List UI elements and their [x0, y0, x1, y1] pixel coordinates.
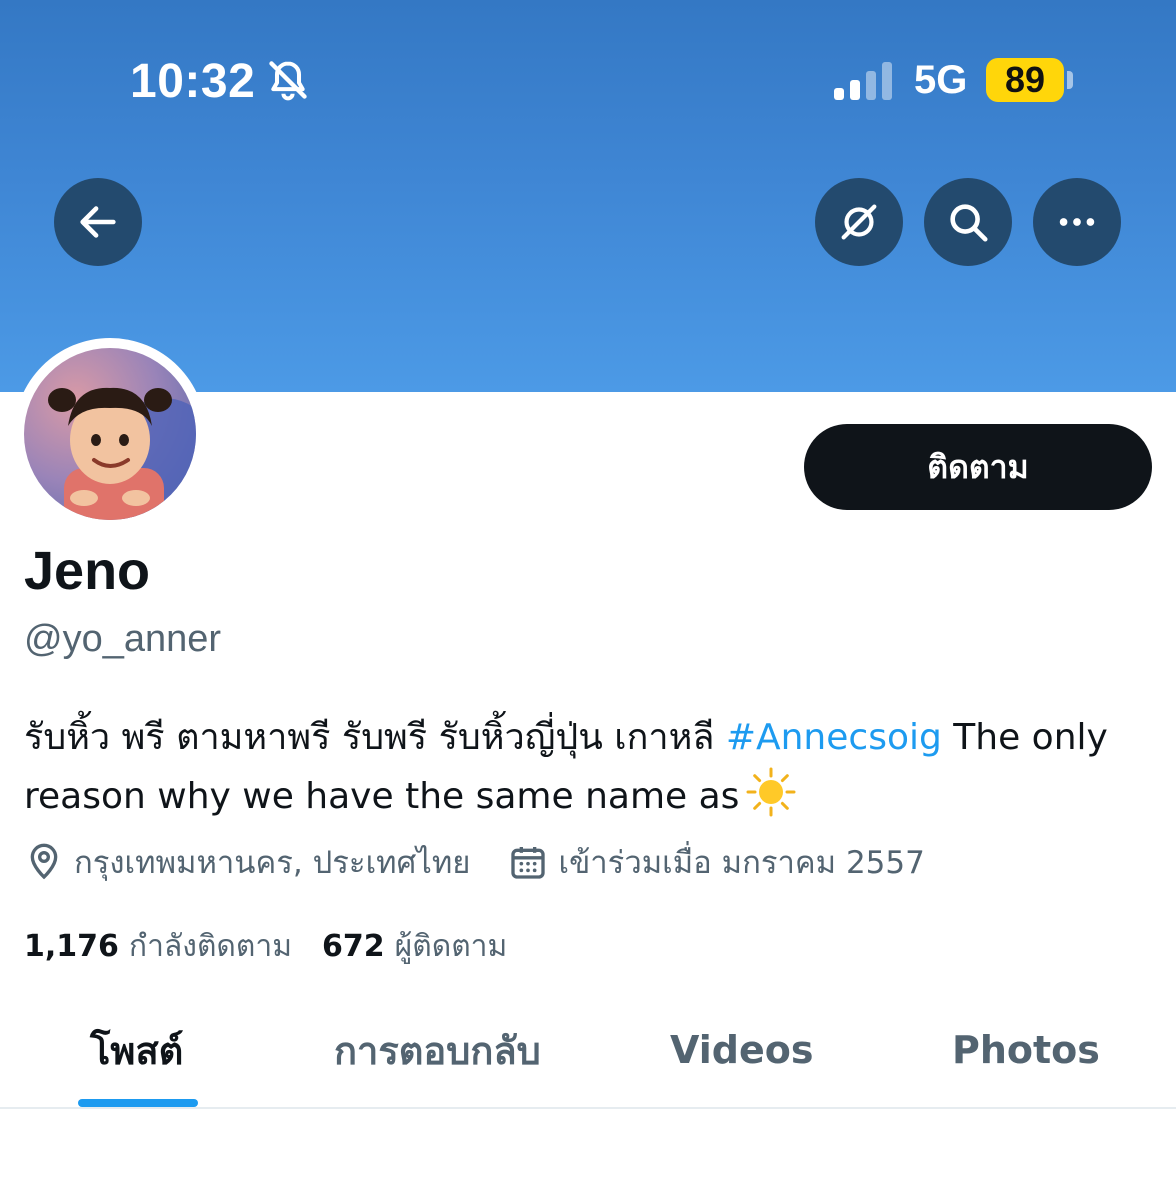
hide-profile-icon — [841, 204, 877, 240]
signal-icon — [834, 62, 892, 100]
back-button[interactable] — [54, 178, 142, 266]
search-button[interactable] — [924, 178, 1012, 266]
following-label: กำลังติดตาม — [128, 928, 293, 964]
hide-profile-button[interactable] — [815, 178, 903, 266]
bell-slash-icon — [269, 61, 307, 101]
location-pin-icon — [30, 843, 58, 880]
profile-bio: รับหิ้ว พรี ตามหาพรี รับพรี รับหิ้วญี่ปุ… — [24, 710, 1164, 825]
bio-text: รับหิ้ว พรี ตามหาพรี รับพรี รับหิ้วญี่ปุ… — [24, 717, 726, 758]
battery-tip — [1067, 71, 1073, 89]
status-time: 10:32 — [130, 55, 256, 108]
location-text: กรุงเทพมหานคร, ประเทศไทย — [74, 845, 471, 881]
profile-tabs: โพสต์ การตอบกลับ Videos Photos — [0, 1000, 1176, 1108]
following-count: 1,176 — [24, 928, 119, 964]
profile-meta: กรุงเทพมหานคร, ประเทศไทย เข้าร่วมเมื่อ ม… — [24, 838, 925, 886]
user-handle: @yo_anner — [24, 618, 222, 660]
following-link[interactable]: 1,176 กำลังติดตาม — [24, 923, 292, 970]
sun-icon — [746, 767, 796, 817]
battery-level: 89 — [986, 58, 1064, 102]
tab-divider — [0, 1107, 1176, 1109]
more-icon — [1059, 218, 1095, 226]
bio-hashtag-link[interactable]: #Annecsoig — [726, 717, 942, 758]
active-tab-indicator — [78, 1099, 198, 1107]
search-icon — [950, 204, 988, 242]
tab-replies[interactable]: การตอบกลับ — [334, 1000, 541, 1100]
more-button[interactable] — [1033, 178, 1121, 266]
joined-date: เข้าร่วมเมื่อ มกราคม 2557 — [558, 845, 925, 881]
display-name: Jeno — [24, 541, 151, 601]
tab-photos[interactable]: Photos — [952, 1000, 1100, 1100]
follow-stats: 1,176 กำลังติดตาม 672 ผู้ติดตาม — [24, 920, 507, 972]
tab-videos[interactable]: Videos — [670, 1000, 813, 1100]
followers-label: ผู้ติดตาม — [394, 928, 508, 964]
avatar-image — [24, 348, 196, 520]
back-arrow-icon — [80, 206, 116, 238]
calendar-icon — [511, 847, 546, 879]
avatar[interactable] — [24, 348, 196, 520]
followers-link[interactable]: 672 ผู้ติดตาม — [322, 923, 507, 970]
followers-count: 672 — [322, 928, 385, 964]
follow-button[interactable]: ติดตาม — [804, 424, 1152, 510]
network-type: 5G — [914, 58, 968, 102]
tab-posts[interactable]: โพสต์ — [90, 1000, 183, 1100]
